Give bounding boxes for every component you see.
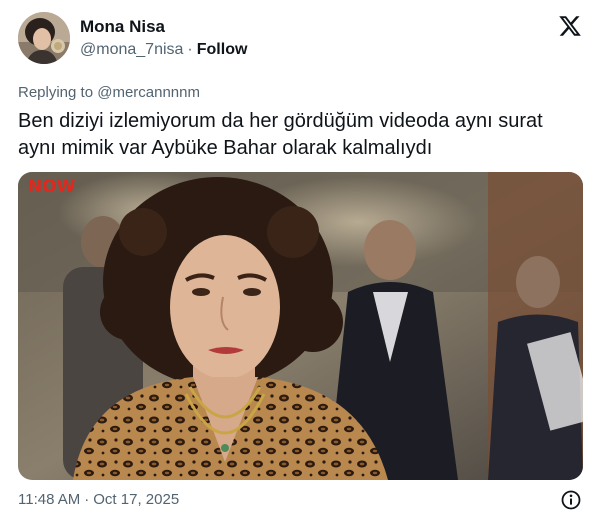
reply-mention-link[interactable]: @mercannnnm [97, 84, 200, 101]
replying-to-line: Replying to @mercannnnm [18, 84, 200, 101]
tweet-timestamp[interactable]: 11:48 AM · Oct 17, 2025 [18, 491, 179, 508]
tweet-text: Ben diziyi izlemiyorum da her gördüğüm v… [18, 110, 543, 159]
info-icon[interactable] [561, 490, 581, 510]
follow-button[interactable]: Follow [197, 41, 248, 58]
video-still-image: NOW [18, 172, 583, 480]
replying-to-label: Replying to [18, 84, 94, 101]
author-name[interactable]: Mona Nisa [80, 17, 165, 37]
x-logo-icon[interactable] [558, 14, 582, 38]
tweet-date: Oct 17, 2025 [93, 491, 180, 508]
avatar[interactable] [18, 12, 70, 64]
handle-separator: · [187, 41, 193, 58]
tweet-media[interactable]: NOW [18, 172, 583, 480]
tweet-time: 11:48 AM [18, 491, 81, 508]
now-watermark: NOW [28, 177, 76, 197]
author-handle-line: @mona_7nisa · Follow [80, 41, 247, 59]
author-handle[interactable]: @mona_7nisa [80, 41, 183, 58]
avatar-photo [18, 12, 70, 64]
meta-separator: · [84, 491, 90, 508]
